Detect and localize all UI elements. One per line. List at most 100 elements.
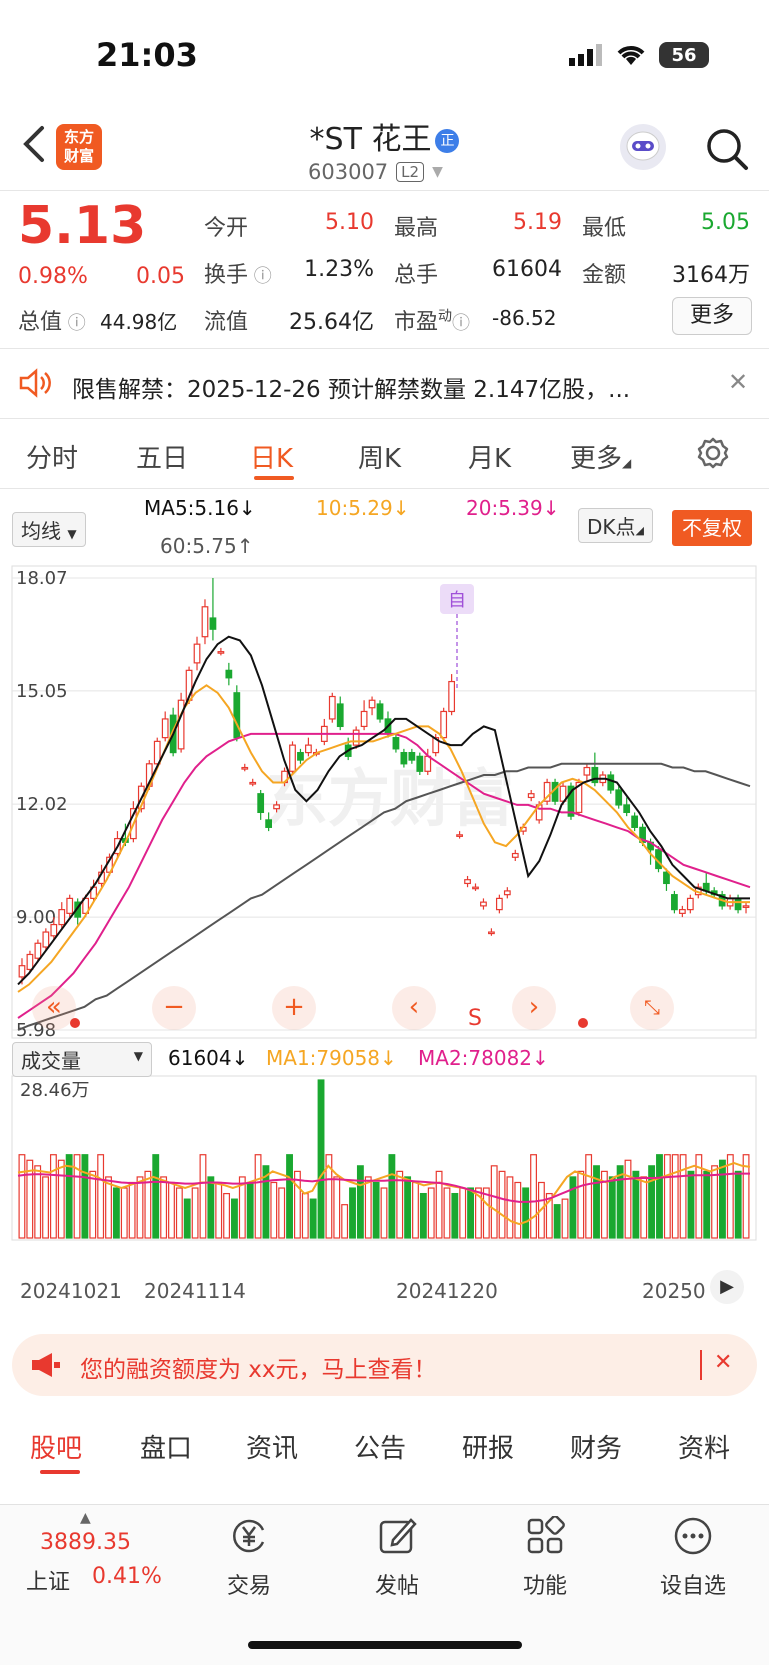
x-tick-label: 20241220 bbox=[396, 1279, 498, 1303]
candle-body bbox=[257, 793, 265, 814]
volume-bar bbox=[42, 1176, 49, 1239]
tab-profile[interactable]: 资料 bbox=[678, 1428, 730, 1465]
marker-label: 自 bbox=[448, 590, 466, 611]
volume-bar bbox=[514, 1181, 522, 1239]
volume-bar bbox=[388, 1154, 396, 1239]
volume-bar bbox=[593, 1165, 600, 1239]
candle-body bbox=[289, 744, 296, 772]
signal-dot bbox=[70, 1018, 80, 1028]
candle-body bbox=[400, 751, 408, 765]
volume-bar bbox=[97, 1154, 105, 1239]
volume-bar bbox=[522, 1187, 530, 1239]
volume-bar bbox=[317, 1079, 325, 1239]
active-tab-indicator bbox=[40, 1470, 80, 1474]
candle-body bbox=[495, 897, 503, 911]
candle-body bbox=[456, 834, 463, 837]
close-icon[interactable]: ✕ bbox=[714, 1350, 732, 1375]
volume-bar bbox=[199, 1154, 207, 1239]
vol-ma2-label: MA2:78082↓ bbox=[418, 1046, 549, 1070]
tab-announcement[interactable]: 公告 bbox=[354, 1428, 406, 1465]
index-name[interactable]: 上证 bbox=[26, 1564, 70, 1596]
nav-functions[interactable]: 功能 bbox=[490, 1515, 600, 1600]
kline-chart[interactable]: 东方财富 18.0715.0512.029.005.98 自 28.46万 20… bbox=[0, 0, 769, 1330]
home-indicator bbox=[248, 1641, 522, 1649]
scroll-left-button[interactable]: ‹ bbox=[392, 986, 436, 1030]
volume-bar bbox=[364, 1176, 372, 1239]
more-icon bbox=[674, 1517, 712, 1555]
candle-body bbox=[686, 897, 694, 911]
candle-body bbox=[18, 965, 26, 978]
candle-body bbox=[265, 819, 273, 828]
candle-body bbox=[34, 942, 42, 959]
nav-post[interactable]: 发帖 bbox=[342, 1516, 452, 1600]
volume-bar bbox=[490, 1165, 498, 1239]
nav-trade[interactable]: 交易 bbox=[194, 1516, 304, 1600]
candle-body bbox=[408, 751, 416, 761]
volume-bar bbox=[168, 1181, 175, 1239]
volume-bar bbox=[640, 1176, 648, 1239]
volume-bar bbox=[656, 1154, 663, 1239]
candle-body bbox=[615, 789, 623, 806]
candle-body bbox=[607, 774, 615, 791]
index-value[interactable]: 3889.35 bbox=[40, 1530, 131, 1555]
volume-bar bbox=[160, 1176, 168, 1239]
tab-guba[interactable]: 股吧 bbox=[30, 1428, 82, 1465]
candle-body bbox=[217, 651, 225, 654]
s-marker: S bbox=[468, 1006, 482, 1031]
chart-next-icon[interactable]: ▶ bbox=[710, 1270, 744, 1304]
candle-body bbox=[734, 897, 742, 911]
candle-body bbox=[464, 879, 471, 885]
fullscreen-icon[interactable]: ⤡ bbox=[630, 986, 674, 1030]
candle-body bbox=[488, 931, 495, 935]
volume-bar bbox=[608, 1176, 616, 1239]
candle-body bbox=[241, 766, 249, 770]
volume-dropdown-label: 成交量 bbox=[21, 1049, 81, 1073]
volume-bar bbox=[270, 1181, 278, 1239]
x-tick-label: 20250 bbox=[642, 1279, 706, 1303]
candle-body bbox=[376, 703, 384, 720]
zoom-in-button[interactable]: + bbox=[272, 986, 316, 1030]
tab-pankou[interactable]: 盘口 bbox=[140, 1428, 192, 1465]
volume-bar bbox=[120, 1187, 128, 1239]
volume-dropdown[interactable]: 成交量 ▼ bbox=[12, 1042, 152, 1077]
grid-icon bbox=[527, 1515, 565, 1554]
nav-add-watchlist[interactable]: 设自选 bbox=[638, 1516, 748, 1600]
volume-bar bbox=[577, 1170, 585, 1239]
volume-bar bbox=[246, 1181, 254, 1239]
nav-functions-label: 功能 bbox=[522, 1574, 567, 1599]
caret-up-icon[interactable]: ▲ bbox=[80, 1510, 91, 1526]
scroll-right-button[interactable]: › bbox=[512, 986, 556, 1030]
candle-body bbox=[360, 710, 368, 728]
index-pct[interactable]: 0.41% bbox=[92, 1564, 162, 1589]
volume-bar bbox=[435, 1170, 443, 1239]
volume-bar bbox=[18, 1154, 26, 1239]
volume-bar bbox=[175, 1187, 183, 1239]
signal-dot bbox=[578, 1018, 588, 1028]
volume-bar bbox=[380, 1187, 388, 1239]
volume-value-label: 61604↓ bbox=[168, 1046, 249, 1070]
candle-body bbox=[249, 781, 257, 785]
nav-post-label: 发帖 bbox=[374, 1574, 419, 1599]
volume-bar bbox=[648, 1165, 656, 1239]
volume-bar bbox=[553, 1204, 561, 1239]
volume-bar bbox=[81, 1154, 89, 1239]
volume-bar bbox=[349, 1187, 356, 1239]
y-tick-label: 15.05 bbox=[16, 681, 68, 702]
edit-icon bbox=[379, 1518, 417, 1554]
zoom-out-button[interactable]: − bbox=[152, 986, 196, 1030]
candle-body bbox=[352, 729, 360, 746]
tab-research[interactable]: 研报 bbox=[462, 1428, 514, 1465]
volume-bar bbox=[34, 1165, 42, 1239]
tab-news[interactable]: 资讯 bbox=[246, 1428, 298, 1465]
volume-bar bbox=[734, 1170, 742, 1239]
volume-bar bbox=[427, 1187, 435, 1239]
volume-bar bbox=[152, 1154, 160, 1239]
x-tick-label: 20241021 bbox=[20, 1279, 122, 1303]
candle-body bbox=[480, 901, 487, 907]
volume-bar bbox=[711, 1165, 719, 1239]
volume-bar bbox=[105, 1176, 112, 1239]
candle-body bbox=[273, 804, 280, 810]
tab-finance[interactable]: 财务 bbox=[570, 1428, 622, 1465]
promo-text[interactable]: 您的融资额度为 xx元，马上查看！ bbox=[80, 1350, 437, 1384]
candle-body bbox=[233, 692, 241, 739]
